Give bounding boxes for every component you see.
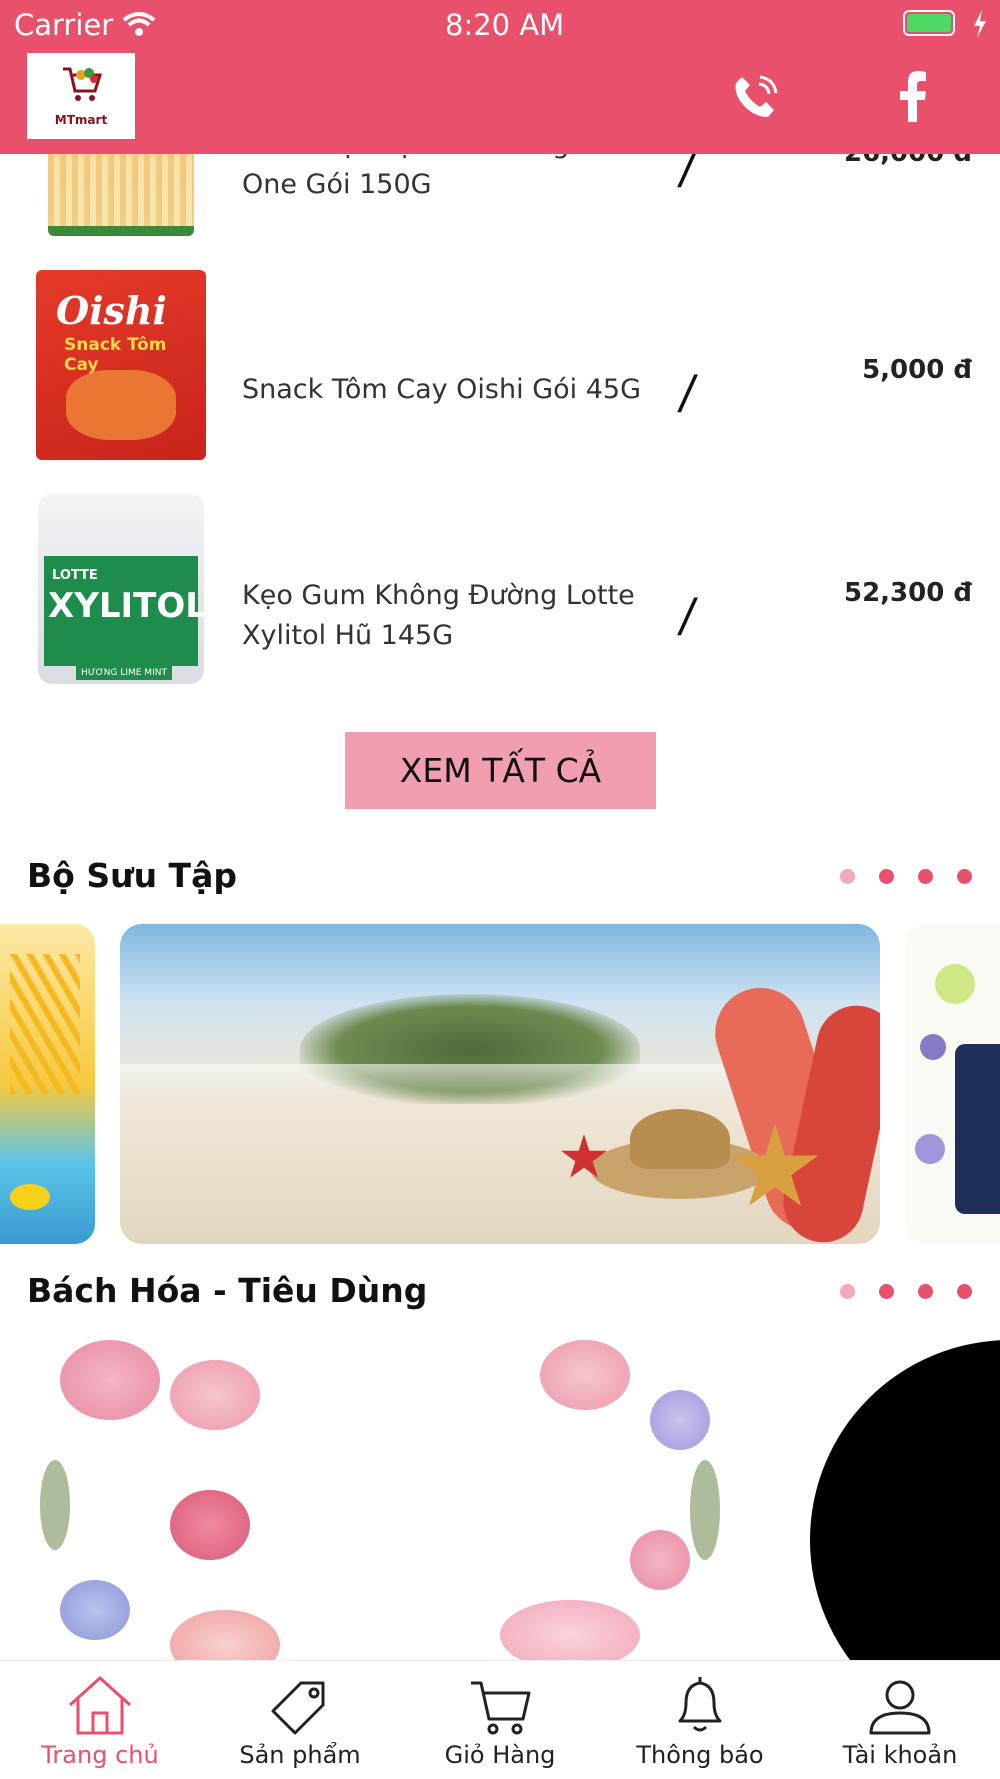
cart-icon	[471, 1681, 531, 1735]
tab-label: Giỏ Hàng	[444, 1741, 556, 1769]
tab-notifications[interactable]: Thông báo	[600, 1661, 800, 1779]
home-icon	[68, 1675, 132, 1735]
carousel-pager[interactable]	[840, 1284, 980, 1300]
facebook-icon[interactable]	[898, 70, 928, 122]
tab-home[interactable]: Trang chủ	[0, 1661, 200, 1779]
pager-dot[interactable]	[879, 1284, 894, 1299]
see-all-button[interactable]: XEM TẤT CẢ	[345, 732, 656, 809]
app-header: Carrier 8:20 AM MTmart	[0, 0, 1000, 154]
tab-cart[interactable]: Giỏ Hàng	[400, 1661, 600, 1779]
separator: /	[676, 365, 700, 419]
product-image[interactable]	[48, 140, 194, 236]
thumb-label: LOTTE	[52, 568, 98, 583]
pager-dot[interactable]	[840, 1284, 855, 1299]
product-image[interactable]: Oishi Snack Tôm Cay	[36, 270, 206, 460]
pager-dot[interactable]	[840, 869, 855, 884]
pager-dot[interactable]	[957, 869, 972, 884]
collection-banner-next[interactable]	[905, 924, 1000, 1244]
thumb-label: Snack Tôm Cay	[64, 335, 167, 375]
section-title: Bách Hóa - Tiêu Dùng	[27, 1271, 428, 1310]
tab-products[interactable]: Sản phẩm	[200, 1661, 400, 1779]
cart-logo-icon	[63, 67, 103, 101]
carousel-pager[interactable]	[840, 869, 980, 885]
tab-label: Thông báo	[636, 1741, 764, 1769]
phone-icon[interactable]	[730, 71, 782, 123]
charging-icon	[974, 10, 986, 38]
clock: 8:20 AM	[445, 8, 565, 42]
wifi-icon	[122, 12, 156, 36]
user-icon	[869, 1680, 931, 1735]
logo-text: MTmart	[54, 113, 108, 127]
pager-dot[interactable]	[879, 869, 894, 884]
app-logo[interactable]: MTmart	[27, 53, 135, 139]
pager-dot[interactable]	[918, 869, 933, 884]
thumb-label: HƯƠNG LIME MINT	[76, 666, 172, 680]
category-banner-next[interactable]	[810, 1340, 1000, 1660]
battery-icon	[903, 10, 955, 36]
tab-label: Tài khoản	[842, 1741, 958, 1769]
pager-dot[interactable]	[918, 1284, 933, 1299]
collection-banner[interactable]	[120, 924, 880, 1244]
product-name[interactable]: Kẹo Gum Không Đường Lotte Xylitol Hũ 145…	[242, 576, 652, 656]
oishi-logo: Oishi	[56, 288, 167, 333]
tab-account[interactable]: Tài khoản	[800, 1661, 1000, 1779]
pager-dot[interactable]	[957, 1284, 972, 1299]
category-banner[interactable]	[0, 1340, 810, 1660]
section-title: Bộ Sưu Tập	[27, 856, 237, 895]
tag-icon	[271, 1681, 325, 1735]
bell-icon	[678, 1677, 722, 1732]
product-name[interactable]: Snack Tôm Cay Oishi Gói 45G	[242, 370, 652, 410]
carrier-label: Carrier	[14, 8, 114, 42]
tab-label: Trang chủ	[41, 1741, 159, 1769]
tab-label: Sản phẩm	[239, 1741, 361, 1769]
product-image[interactable]: LOTTE XYLITOL HƯƠNG LIME MINT	[38, 494, 204, 684]
thumb-label: XYLITOL	[48, 586, 204, 626]
collection-banner-prev[interactable]	[0, 924, 95, 1244]
product-price: 5,000 đ	[862, 355, 972, 385]
tab-bar: Trang chủ Sản phẩm Giỏ Hàng Thông báo Tà…	[0, 1660, 1000, 1779]
separator: /	[676, 588, 700, 642]
product-price: 52,300 đ	[844, 578, 972, 608]
